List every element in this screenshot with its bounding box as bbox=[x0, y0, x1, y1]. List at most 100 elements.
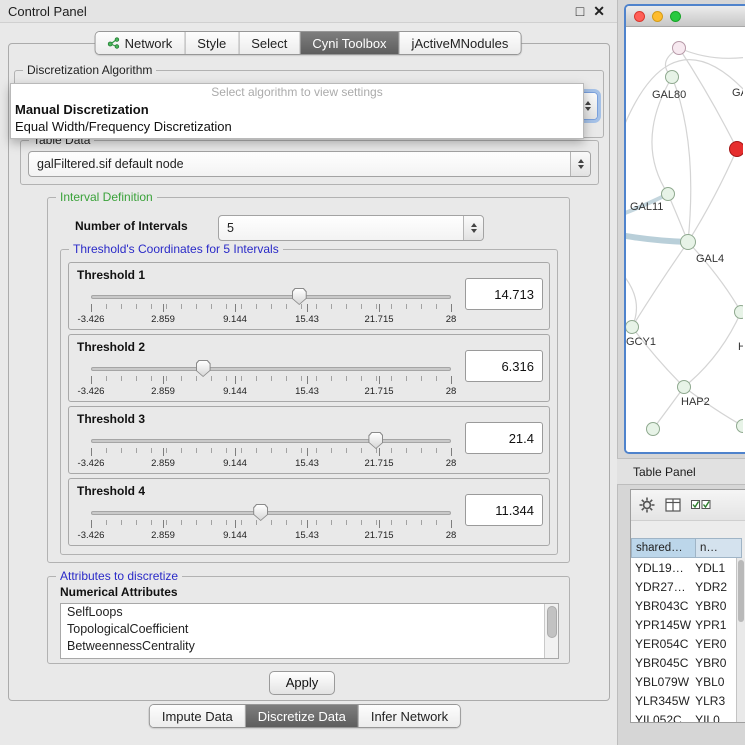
zoom-traffic-light[interactable] bbox=[670, 11, 681, 22]
close-traffic-light[interactable] bbox=[634, 11, 645, 22]
tick-label: 2.859 bbox=[151, 458, 175, 469]
threshold-slider[interactable]: -3.426 2.859 9.144 15.43 21.715 28 bbox=[91, 359, 451, 397]
network-node[interactable] bbox=[672, 41, 686, 55]
slider-track[interactable] bbox=[91, 439, 451, 443]
threshold-value-field[interactable]: 21.4 bbox=[465, 422, 543, 454]
slider-track[interactable] bbox=[91, 511, 451, 515]
number-of-intervals-combobox[interactable]: 5 bbox=[218, 215, 484, 241]
tab-infer-network[interactable]: Infer Network bbox=[359, 705, 460, 727]
network-node[interactable] bbox=[736, 419, 743, 433]
cyni-mode-tabs: Impute Data Discretize Data Infer Networ… bbox=[149, 704, 461, 728]
slider-thumb[interactable] bbox=[196, 360, 211, 377]
cell: YLR345W bbox=[631, 694, 693, 708]
stepper-arrows-icon[interactable] bbox=[463, 216, 483, 240]
tick-label: 9.144 bbox=[223, 530, 247, 541]
tab-label: Style bbox=[197, 36, 226, 51]
threshold-label: Threshold 2 bbox=[77, 340, 145, 354]
network-canvas[interactable]: GAL80 GA GAL11 GAL4 GCY1 H HAP2 bbox=[626, 27, 743, 453]
scrollbar-thumb[interactable] bbox=[738, 560, 744, 622]
combobox-value: galFiltered.sif default node bbox=[29, 157, 590, 171]
columns-icon[interactable] bbox=[665, 498, 681, 512]
tick-label: 21.715 bbox=[364, 386, 393, 397]
gear-icon[interactable] bbox=[639, 497, 655, 513]
network-node-hap2[interactable] bbox=[677, 380, 691, 394]
cell: YPR145W bbox=[631, 618, 693, 632]
table-toolbar bbox=[631, 490, 745, 521]
tick-label: 28 bbox=[446, 386, 457, 397]
tab-label: Impute Data bbox=[162, 709, 233, 724]
cell: YLR3 bbox=[693, 694, 737, 708]
combobox-value: 5 bbox=[219, 221, 483, 235]
cell: YBR045C bbox=[631, 656, 693, 670]
table-scrollbar[interactable] bbox=[736, 558, 745, 722]
cell: YBL079W bbox=[631, 675, 693, 689]
select-columns-icon[interactable] bbox=[691, 499, 711, 511]
network-node-gal11[interactable] bbox=[661, 187, 675, 201]
tick-label: 2.859 bbox=[151, 386, 175, 397]
network-node[interactable] bbox=[646, 422, 660, 436]
column-header-name[interactable]: n… bbox=[696, 538, 742, 558]
threshold-slider[interactable]: -3.426 2.859 9.144 15.43 21.715 28 bbox=[91, 287, 451, 325]
slider-major-ticks bbox=[91, 376, 452, 384]
number-of-intervals-label: Number of Intervals bbox=[75, 219, 188, 233]
slider-thumb[interactable] bbox=[253, 504, 268, 521]
table-data-combobox[interactable]: galFiltered.sif default node bbox=[28, 151, 591, 177]
network-node-gal80[interactable] bbox=[665, 70, 679, 84]
table-row[interactable]: YDL19…YDL1 bbox=[631, 558, 737, 577]
slider-thumb[interactable] bbox=[292, 288, 307, 305]
table-row[interactable]: YDR27…YDR2 bbox=[631, 577, 737, 596]
cell: YDR2 bbox=[693, 580, 737, 594]
window-title: Control Panel bbox=[0, 4, 87, 19]
node-label: HAP2 bbox=[681, 396, 710, 408]
list-item[interactable]: SelfLoops bbox=[61, 604, 558, 621]
table-row[interactable]: YBR045CYBR0 bbox=[631, 653, 737, 672]
table-row[interactable]: YIL052CYIL0 bbox=[631, 710, 737, 723]
network-node[interactable] bbox=[734, 305, 743, 319]
tab-select[interactable]: Select bbox=[239, 32, 300, 54]
tab-discretize-data[interactable]: Discretize Data bbox=[246, 705, 359, 727]
network-node-selected[interactable] bbox=[729, 141, 743, 157]
minimize-traffic-light[interactable] bbox=[652, 11, 663, 22]
threshold-value-field[interactable]: 6.316 bbox=[465, 350, 543, 382]
table-header-row: shared… n… bbox=[631, 538, 742, 558]
threshold-value-field[interactable]: 11.344 bbox=[465, 494, 543, 526]
group-title: Interval Definition bbox=[56, 190, 157, 204]
tab-impute-data[interactable]: Impute Data bbox=[150, 705, 246, 727]
tab-jactivemnodules[interactable]: jActiveMNodules bbox=[400, 32, 521, 54]
threshold-slider[interactable]: -3.426 2.859 9.144 15.43 21.715 28 bbox=[91, 503, 451, 541]
table-row[interactable]: YBR043CYBR0 bbox=[631, 596, 737, 615]
tab-network[interactable]: Network bbox=[96, 32, 186, 54]
tick-label: -3.426 bbox=[78, 386, 105, 397]
node-label: GAL4 bbox=[696, 253, 724, 265]
table-row[interactable]: YLR345WYLR3 bbox=[631, 691, 737, 710]
table-row[interactable]: YER054CYER0 bbox=[631, 634, 737, 653]
minimize-icon[interactable]: □ bbox=[576, 4, 584, 18]
scrollbar-thumb[interactable] bbox=[547, 606, 557, 638]
threshold-label: Threshold 4 bbox=[77, 484, 145, 498]
close-icon[interactable]: ✕ bbox=[593, 4, 605, 18]
table-row[interactable]: YPR145WYPR1 bbox=[631, 615, 737, 634]
control-panel-tabs: Network Style Select Cyni Toolbox jActiv… bbox=[95, 31, 522, 55]
tick-label: 2.859 bbox=[151, 314, 175, 325]
apply-button[interactable]: Apply bbox=[269, 671, 335, 695]
network-node-gal4[interactable] bbox=[680, 234, 696, 250]
tab-label: Network bbox=[125, 36, 173, 51]
cell: YBR043C bbox=[631, 599, 693, 613]
tick-label: 28 bbox=[446, 314, 457, 325]
tab-cyni-toolbox[interactable]: Cyni Toolbox bbox=[300, 32, 399, 54]
threshold-value-field[interactable]: 14.713 bbox=[465, 278, 543, 310]
list-item[interactable]: TopologicalCoefficient bbox=[61, 621, 558, 638]
list-scrollbar[interactable] bbox=[544, 604, 558, 658]
column-header-shared-name[interactable]: shared… bbox=[631, 538, 696, 558]
stepper-arrows-icon[interactable] bbox=[570, 152, 590, 176]
popup-item-manual-discretization[interactable]: Manual Discretization bbox=[11, 101, 583, 118]
slider-thumb[interactable] bbox=[368, 432, 383, 449]
tab-style[interactable]: Style bbox=[185, 32, 239, 54]
threshold-slider[interactable]: -3.426 2.859 9.144 15.43 21.715 28 bbox=[91, 431, 451, 469]
slider-track[interactable] bbox=[91, 367, 451, 371]
slider-track[interactable] bbox=[91, 295, 451, 299]
popup-item-equal-width[interactable]: Equal Width/Frequency Discretization bbox=[11, 118, 583, 135]
table-row[interactable]: YBL079WYBL0 bbox=[631, 672, 737, 691]
threshold-label: Threshold 3 bbox=[77, 412, 145, 426]
list-item[interactable]: BetweennessCentrality bbox=[61, 638, 558, 655]
